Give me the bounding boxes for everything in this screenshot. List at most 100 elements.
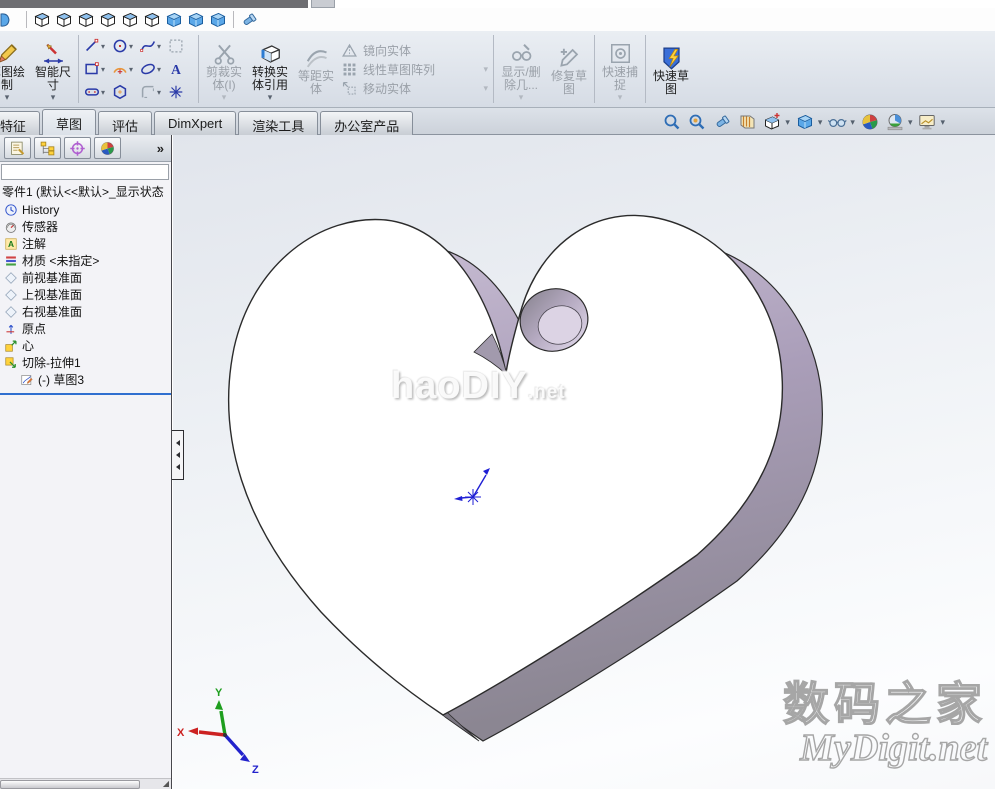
panel-collapse-handle[interactable] (172, 430, 184, 480)
view-back-cube-icon[interactable] (53, 10, 75, 30)
view-top-cube-icon[interactable] (119, 10, 141, 30)
view-settings-icon[interactable] (917, 112, 937, 132)
straight-slot-icon-button[interactable]: ▾ (83, 81, 110, 104)
move-entities-button[interactable]: 移动实体 ▾ (339, 79, 491, 98)
sketch-draw-button[interactable]: 草图绘制 ▾ (0, 38, 30, 101)
circle-icon-button[interactable]: ▾ (111, 35, 138, 58)
tree-item-right-plane[interactable]: 右视基准面 (0, 303, 171, 320)
tree-item-top-plane[interactable]: 上视基准面 (0, 286, 171, 303)
fm-displaymanager-icon[interactable] (94, 137, 121, 159)
tree-item-sensors[interactable]: 传感器 (0, 218, 171, 235)
tree-item-sketch3[interactable]: (-) 草图3 (0, 371, 171, 388)
fm-configurationmanager-icon[interactable] (64, 137, 91, 159)
dropdown-arrow-icon[interactable]: ▾ (5, 93, 10, 101)
dropdown-arrow-icon[interactable]: ▾ (850, 117, 855, 128)
scrollbar-arrow-icon[interactable]: ◢ (163, 779, 169, 788)
view-trimetric-cube-icon[interactable] (185, 10, 207, 30)
scrollbar-thumb[interactable] (0, 780, 140, 789)
dropdown-arrow-icon[interactable]: ▾ (785, 117, 790, 128)
command-tab-办公室产品[interactable]: 办公室产品 (320, 111, 413, 135)
dropdown-arrow-icon[interactable]: ▾ (618, 93, 623, 101)
tree-root-part[interactable]: 零件1 (默认<<默认>_显示状态 (0, 184, 171, 201)
view-left-cube-icon[interactable] (75, 10, 97, 30)
point-icon-button[interactable] (167, 81, 194, 104)
previous-view-flashlight-icon[interactable] (238, 10, 260, 30)
rapid-sketch-button[interactable]: 快速草图 (648, 42, 694, 96)
panel-horizontal-scrollbar[interactable]: ◢ (0, 778, 171, 789)
linear-sketch-pattern-button[interactable]: 线性草图阵列 ▾ (339, 60, 491, 79)
dropdown-arrow-icon[interactable]: ▾ (908, 117, 913, 128)
window-top-strip (0, 0, 995, 8)
rollback-bar[interactable] (0, 393, 171, 395)
edit-appearance-icon[interactable] (860, 112, 880, 132)
line-icon-button[interactable]: ▾ (83, 35, 110, 58)
feature-tree-filter-input[interactable] (1, 164, 169, 180)
dropdown-arrow-icon[interactable]: ▾ (519, 93, 524, 101)
dropdown-arrow-icon[interactable]: ▾ (483, 64, 491, 75)
dropdown-arrow-icon[interactable]: ▾ (157, 42, 166, 51)
graphics-viewport[interactable]: Y X Z haoDIY.net 数码之家 MyDigit.net (173, 135, 995, 789)
mirror-entities-button[interactable]: 镜向实体 (339, 41, 491, 60)
tree-item-material[interactable]: 材质 <未指定> (0, 252, 171, 269)
centerpoint-arc-icon-button[interactable]: ▾ (111, 58, 138, 81)
text-icon-button[interactable]: A (167, 58, 194, 81)
dropdown-arrow-icon[interactable]: ▾ (101, 65, 110, 74)
sketch-icon (20, 373, 34, 387)
view-right-cube-icon[interactable] (97, 10, 119, 30)
hide-show-items-icon[interactable] (827, 112, 847, 132)
tree-item-cut-extrude1[interactable]: 切除-拉伸1 (0, 354, 171, 371)
command-tab-特征[interactable]: 特征 (0, 111, 40, 135)
quick-snaps-button[interactable]: 快速捕捉 ▾ (597, 38, 643, 101)
view-front-cube-icon[interactable] (31, 10, 53, 30)
zoom-to-fit-icon[interactable] (662, 112, 682, 132)
dropdown-arrow-icon[interactable]: ▾ (129, 42, 138, 51)
polygon-icon-button[interactable] (111, 81, 138, 104)
apply-scene-icon[interactable] (885, 112, 905, 132)
offset-entities-button[interactable]: 等距实体 (293, 42, 339, 96)
ellipse-icon-button[interactable]: ▾ (139, 58, 166, 81)
smart-dimension-button[interactable]: 智能尺寸 ▾ (30, 38, 76, 101)
dropdown-arrow-icon[interactable]: ▾ (101, 42, 110, 51)
tree-item-history[interactable]: History (0, 201, 171, 218)
dropdown-arrow-icon[interactable]: ▾ (483, 83, 491, 94)
dropdown-arrow-icon[interactable]: ▾ (101, 88, 110, 97)
tree-item-origin[interactable]: 原点 (0, 320, 171, 337)
section-view-icon[interactable] (737, 112, 757, 132)
selection-box-icon-button[interactable] (167, 35, 194, 58)
sketch-fillet-icon-button[interactable]: ▾ (139, 81, 166, 104)
tree-item-annotations[interactable]: A注解 (0, 235, 171, 252)
command-tab-草图[interactable]: 草图 (42, 109, 96, 135)
view-bottom-cube-icon[interactable] (141, 10, 163, 30)
dropdown-arrow-icon[interactable]: ▾ (222, 93, 227, 101)
corner-rectangle-icon-button[interactable]: ▾ (83, 58, 110, 81)
dropdown-arrow-icon[interactable]: ▾ (51, 93, 56, 101)
tree-item-heart[interactable]: 心 (0, 337, 171, 354)
previous-view-icon[interactable] (712, 112, 732, 132)
tree-item-front-plane[interactable]: 前视基准面 (0, 269, 171, 286)
dropdown-arrow-icon[interactable]: ▾ (157, 65, 166, 74)
orientation-partial-icon[interactable] (0, 10, 22, 30)
display-style-icon[interactable] (795, 112, 815, 132)
command-tab-DimXpert[interactable]: DimXpert (154, 111, 236, 135)
dropdown-arrow-icon[interactable]: ▾ (818, 117, 823, 128)
dropdown-arrow-icon[interactable]: ▾ (940, 117, 945, 128)
feature-tree-items: History传感器A注解材质 <未指定>前视基准面上视基准面右视基准面原点心切… (0, 201, 171, 388)
display-delete-relations-button[interactable]: 显示/删除几... ▾ (496, 38, 546, 101)
annotations-icon: A (4, 237, 18, 251)
trim-entities-button[interactable]: 剪裁实体(I) ▾ (201, 38, 247, 101)
view-orientation-icon[interactable] (762, 112, 782, 132)
command-tab-渲染工具[interactable]: 渲染工具 (238, 111, 318, 135)
zoom-to-area-icon[interactable] (687, 112, 707, 132)
repair-sketch-button[interactable]: 修复草图 (546, 42, 592, 96)
convert-entities-button[interactable]: 转换实体引用 ▾ (247, 38, 293, 101)
fm-designtree-icon[interactable] (4, 137, 31, 159)
view-dimetric-cube-icon[interactable] (207, 10, 229, 30)
fm-propertymanager-icon[interactable] (34, 137, 61, 159)
dropdown-arrow-icon[interactable]: ▾ (157, 88, 166, 97)
dropdown-arrow-icon[interactable]: ▾ (129, 65, 138, 74)
dropdown-arrow-icon[interactable]: ▾ (268, 93, 273, 101)
spline-icon-button[interactable]: ▾ (139, 35, 166, 58)
view-isometric-cube-icon[interactable] (163, 10, 185, 30)
panel-overflow-chevron[interactable]: » (157, 141, 167, 156)
command-tab-评估[interactable]: 评估 (98, 111, 152, 135)
